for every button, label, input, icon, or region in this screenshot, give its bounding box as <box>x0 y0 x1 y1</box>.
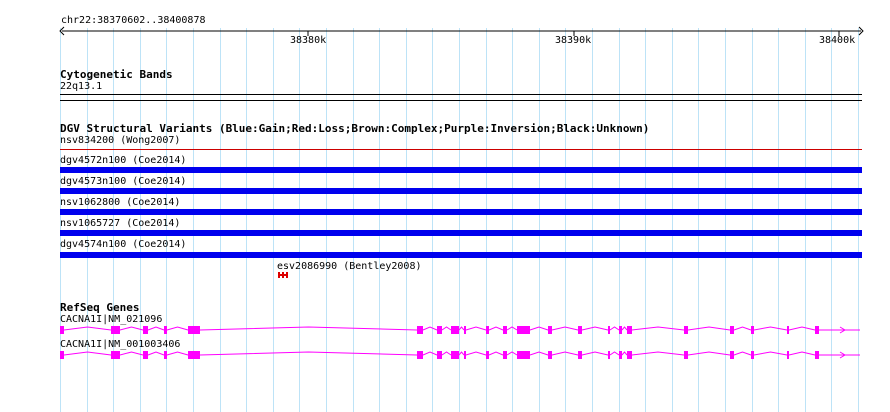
exon <box>503 351 507 359</box>
exon <box>608 326 610 334</box>
refseq-gene-models[interactable] <box>0 0 890 412</box>
exon <box>627 351 632 359</box>
exon <box>619 326 622 334</box>
exon <box>578 326 582 334</box>
exon <box>188 351 200 359</box>
exon <box>730 351 734 359</box>
exon <box>684 351 688 359</box>
exon <box>188 326 200 334</box>
exon <box>517 351 530 359</box>
exon <box>417 326 423 334</box>
exon <box>60 326 64 334</box>
exon <box>417 351 423 359</box>
exon <box>503 326 507 334</box>
exon <box>437 326 442 334</box>
exon <box>608 351 610 359</box>
exon <box>451 326 459 334</box>
exon <box>517 326 530 334</box>
exon <box>815 351 819 359</box>
exon <box>619 351 622 359</box>
exon <box>578 351 582 359</box>
exon <box>627 326 632 334</box>
exon <box>464 326 466 334</box>
exon <box>684 326 688 334</box>
exon <box>787 326 789 334</box>
exon <box>164 326 167 334</box>
exon <box>548 326 552 334</box>
exon <box>815 326 819 334</box>
exon <box>60 351 64 359</box>
exon <box>787 351 789 359</box>
exon <box>751 351 754 359</box>
exon <box>164 351 167 359</box>
exon <box>111 326 120 334</box>
exon <box>464 351 466 359</box>
exon <box>143 351 148 359</box>
exon <box>437 351 442 359</box>
exon <box>751 326 754 334</box>
exon <box>486 326 489 334</box>
exon <box>451 351 459 359</box>
exon <box>730 326 734 334</box>
exon <box>548 351 552 359</box>
exon <box>111 351 120 359</box>
exon <box>143 326 148 334</box>
exon <box>486 351 489 359</box>
